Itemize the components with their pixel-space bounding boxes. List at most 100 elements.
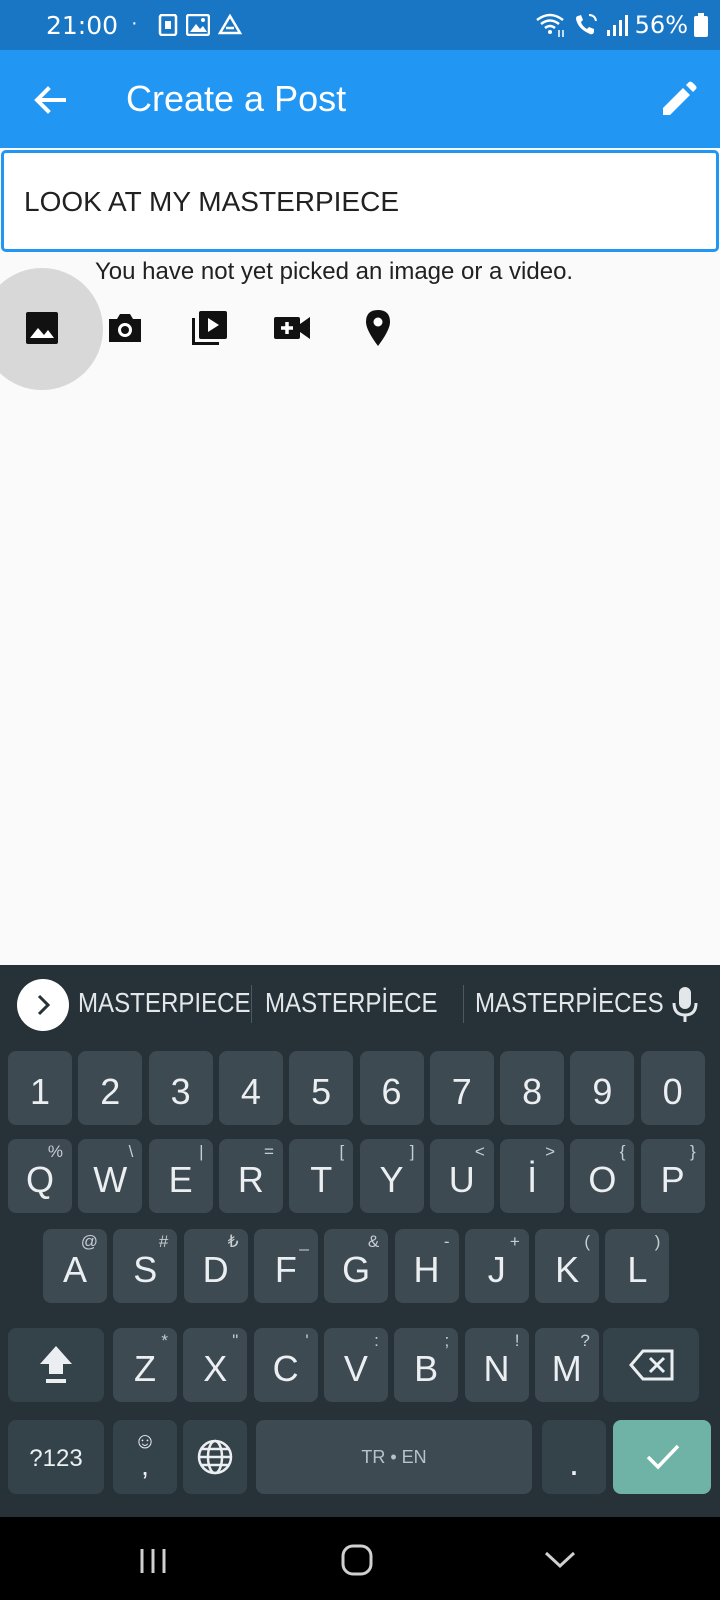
suggestion-3[interactable]: MASTERPİECES (475, 987, 664, 1019)
post-text-field[interactable]: LOOK AT MY MASTERPIECE (1, 150, 719, 252)
key-alt-label: [ (339, 1142, 345, 1161)
key-7[interactable]: 7 (429, 1051, 494, 1125)
key-label: H (413, 1249, 440, 1290)
location-pin-icon[interactable] (358, 308, 398, 348)
key-t[interactable]: T[ (289, 1139, 354, 1213)
key-8[interactable]: 8 (500, 1051, 565, 1125)
key-alt-label: + (509, 1232, 520, 1251)
key-alt-label: # (158, 1232, 169, 1251)
key-z[interactable]: Z * (113, 1328, 177, 1402)
camera-icon[interactable] (105, 308, 145, 348)
recent-apps-icon[interactable] (138, 1547, 168, 1575)
key-label: F (274, 1249, 297, 1290)
key-a[interactable]: A @ (43, 1229, 107, 1303)
key-y[interactable]: Y] (359, 1139, 424, 1213)
navigation-bar (0, 1517, 720, 1600)
key-0[interactable]: 0 (640, 1051, 705, 1125)
suggestion-bar: MASTERPIECE MASTERPİECE MASTERPİECES (0, 965, 720, 1037)
home-icon[interactable] (340, 1543, 374, 1577)
key-alt-label: - (443, 1232, 450, 1251)
key-m[interactable]: M? (534, 1328, 599, 1402)
wifi-call-icon (575, 14, 597, 35)
key-label: 0 (662, 1071, 683, 1112)
key-j[interactable]: J + (464, 1229, 529, 1303)
key-k[interactable]: K( (535, 1229, 600, 1303)
key-label: L (627, 1249, 648, 1290)
key-c[interactable]: C ' (253, 1328, 318, 1402)
key-alt-label: _ (299, 1232, 309, 1251)
key-q[interactable]: Q% (8, 1139, 72, 1213)
key-b[interactable]: B; (394, 1328, 459, 1402)
key-1[interactable]: 1 (8, 1051, 72, 1125)
kakao-notification-icon (158, 14, 178, 36)
space-key[interactable]: TR • EN (256, 1420, 532, 1494)
image-icon[interactable] (22, 308, 62, 348)
video-camera-add-icon[interactable] (272, 308, 312, 348)
clock: 21:00 (46, 11, 119, 40)
signal-icon (606, 15, 628, 36)
key-label: W (93, 1159, 128, 1200)
key-r[interactable]: R = (218, 1139, 283, 1213)
back-chevron-icon[interactable] (543, 1549, 577, 1571)
key-f[interactable]: F _ (253, 1229, 318, 1303)
status-right: 56% (535, 11, 708, 39)
key-v[interactable]: V: (323, 1328, 388, 1402)
shift-key[interactable] (8, 1328, 104, 1402)
app-bar: Create a Post (0, 50, 720, 148)
key-h[interactable]: H- (394, 1229, 459, 1303)
post-text-value: LOOK AT MY MASTERPIECE (24, 186, 399, 217)
divider (463, 985, 464, 1023)
pencil-icon[interactable] (658, 80, 698, 120)
backspace-key[interactable] (603, 1328, 699, 1402)
language-key[interactable] (183, 1420, 247, 1494)
key-label: G (342, 1249, 371, 1290)
key-2[interactable]: 2 (78, 1051, 143, 1125)
video-library-icon[interactable] (189, 308, 229, 348)
key-label: Z (134, 1348, 156, 1389)
key-4[interactable]: 4 (218, 1051, 283, 1125)
key-label: . (568, 1442, 579, 1483)
key-alt-label: ; (444, 1331, 450, 1350)
key-3[interactable]: 3 (148, 1051, 213, 1125)
key-9[interactable]: 9 (570, 1051, 635, 1125)
suggestion-1[interactable]: MASTERPIECE (78, 987, 251, 1019)
suggestion-2[interactable]: MASTERPİECE (265, 987, 438, 1019)
key-5[interactable]: 5 (289, 1051, 354, 1125)
key-l[interactable]: L) (605, 1229, 670, 1303)
key-alt-label: > (545, 1142, 556, 1161)
key-alt-label: { (619, 1142, 626, 1161)
key-x[interactable]: X " (183, 1328, 248, 1402)
key-alt-label: @ (80, 1232, 98, 1251)
key-label: M (551, 1348, 582, 1389)
key-d[interactable]: D ₺ (183, 1229, 248, 1303)
key-n[interactable]: N! (464, 1328, 529, 1402)
key-alt-label: ( (584, 1232, 591, 1251)
arrow-back-icon[interactable] (30, 80, 70, 120)
enter-key[interactable] (613, 1420, 711, 1494)
key-label: U (448, 1159, 475, 1200)
symbols-key[interactable]: ?123 (8, 1420, 104, 1494)
media-hint: You have not yet picked an image or a vi… (95, 258, 574, 285)
period-key[interactable]: . (542, 1420, 606, 1494)
key-o[interactable]: O{ (570, 1139, 635, 1213)
backspace-icon (629, 1349, 674, 1381)
checkmark-icon (646, 1444, 680, 1470)
key-u[interactable]: U < (429, 1139, 494, 1213)
expand-toolbar-button[interactable] (17, 979, 69, 1031)
shift-icon (40, 1346, 72, 1383)
key-e[interactable]: E | (148, 1139, 213, 1213)
emoji-comma-key[interactable]: ☺, (113, 1420, 177, 1494)
wifi-icon (535, 13, 564, 37)
key-label: 3 (170, 1071, 191, 1112)
key-w[interactable]: W \ (78, 1139, 143, 1213)
key-label: 5 (311, 1071, 332, 1112)
chevron-right-icon (37, 994, 51, 1016)
key-label: E (168, 1159, 193, 1200)
key-p[interactable]: P} (640, 1139, 705, 1213)
key-g[interactable]: G & (324, 1229, 389, 1303)
key-i̇[interactable]: İ > (500, 1139, 565, 1213)
microphone-icon[interactable] (670, 985, 700, 1025)
key-6[interactable]: 6 (359, 1051, 424, 1125)
drive-icon (218, 14, 242, 35)
key-s[interactable]: S # (113, 1229, 178, 1303)
